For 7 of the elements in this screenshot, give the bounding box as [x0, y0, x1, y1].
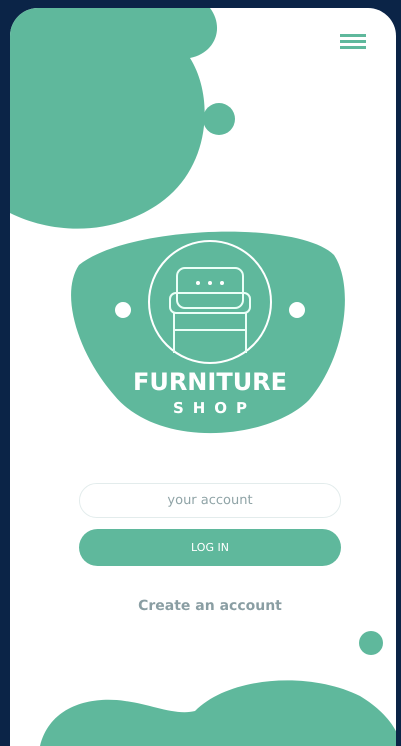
logo-subtitle: SHOP: [172, 399, 256, 418]
logo-title: FURNITURE: [132, 369, 288, 396]
dot-decoration: [359, 631, 383, 655]
menu-icon[interactable]: [340, 34, 366, 50]
create-account-link[interactable]: Create an account: [138, 598, 282, 614]
account-field[interactable]: your account: [79, 483, 341, 518]
login-button[interactable]: LOG IN: [79, 529, 341, 566]
